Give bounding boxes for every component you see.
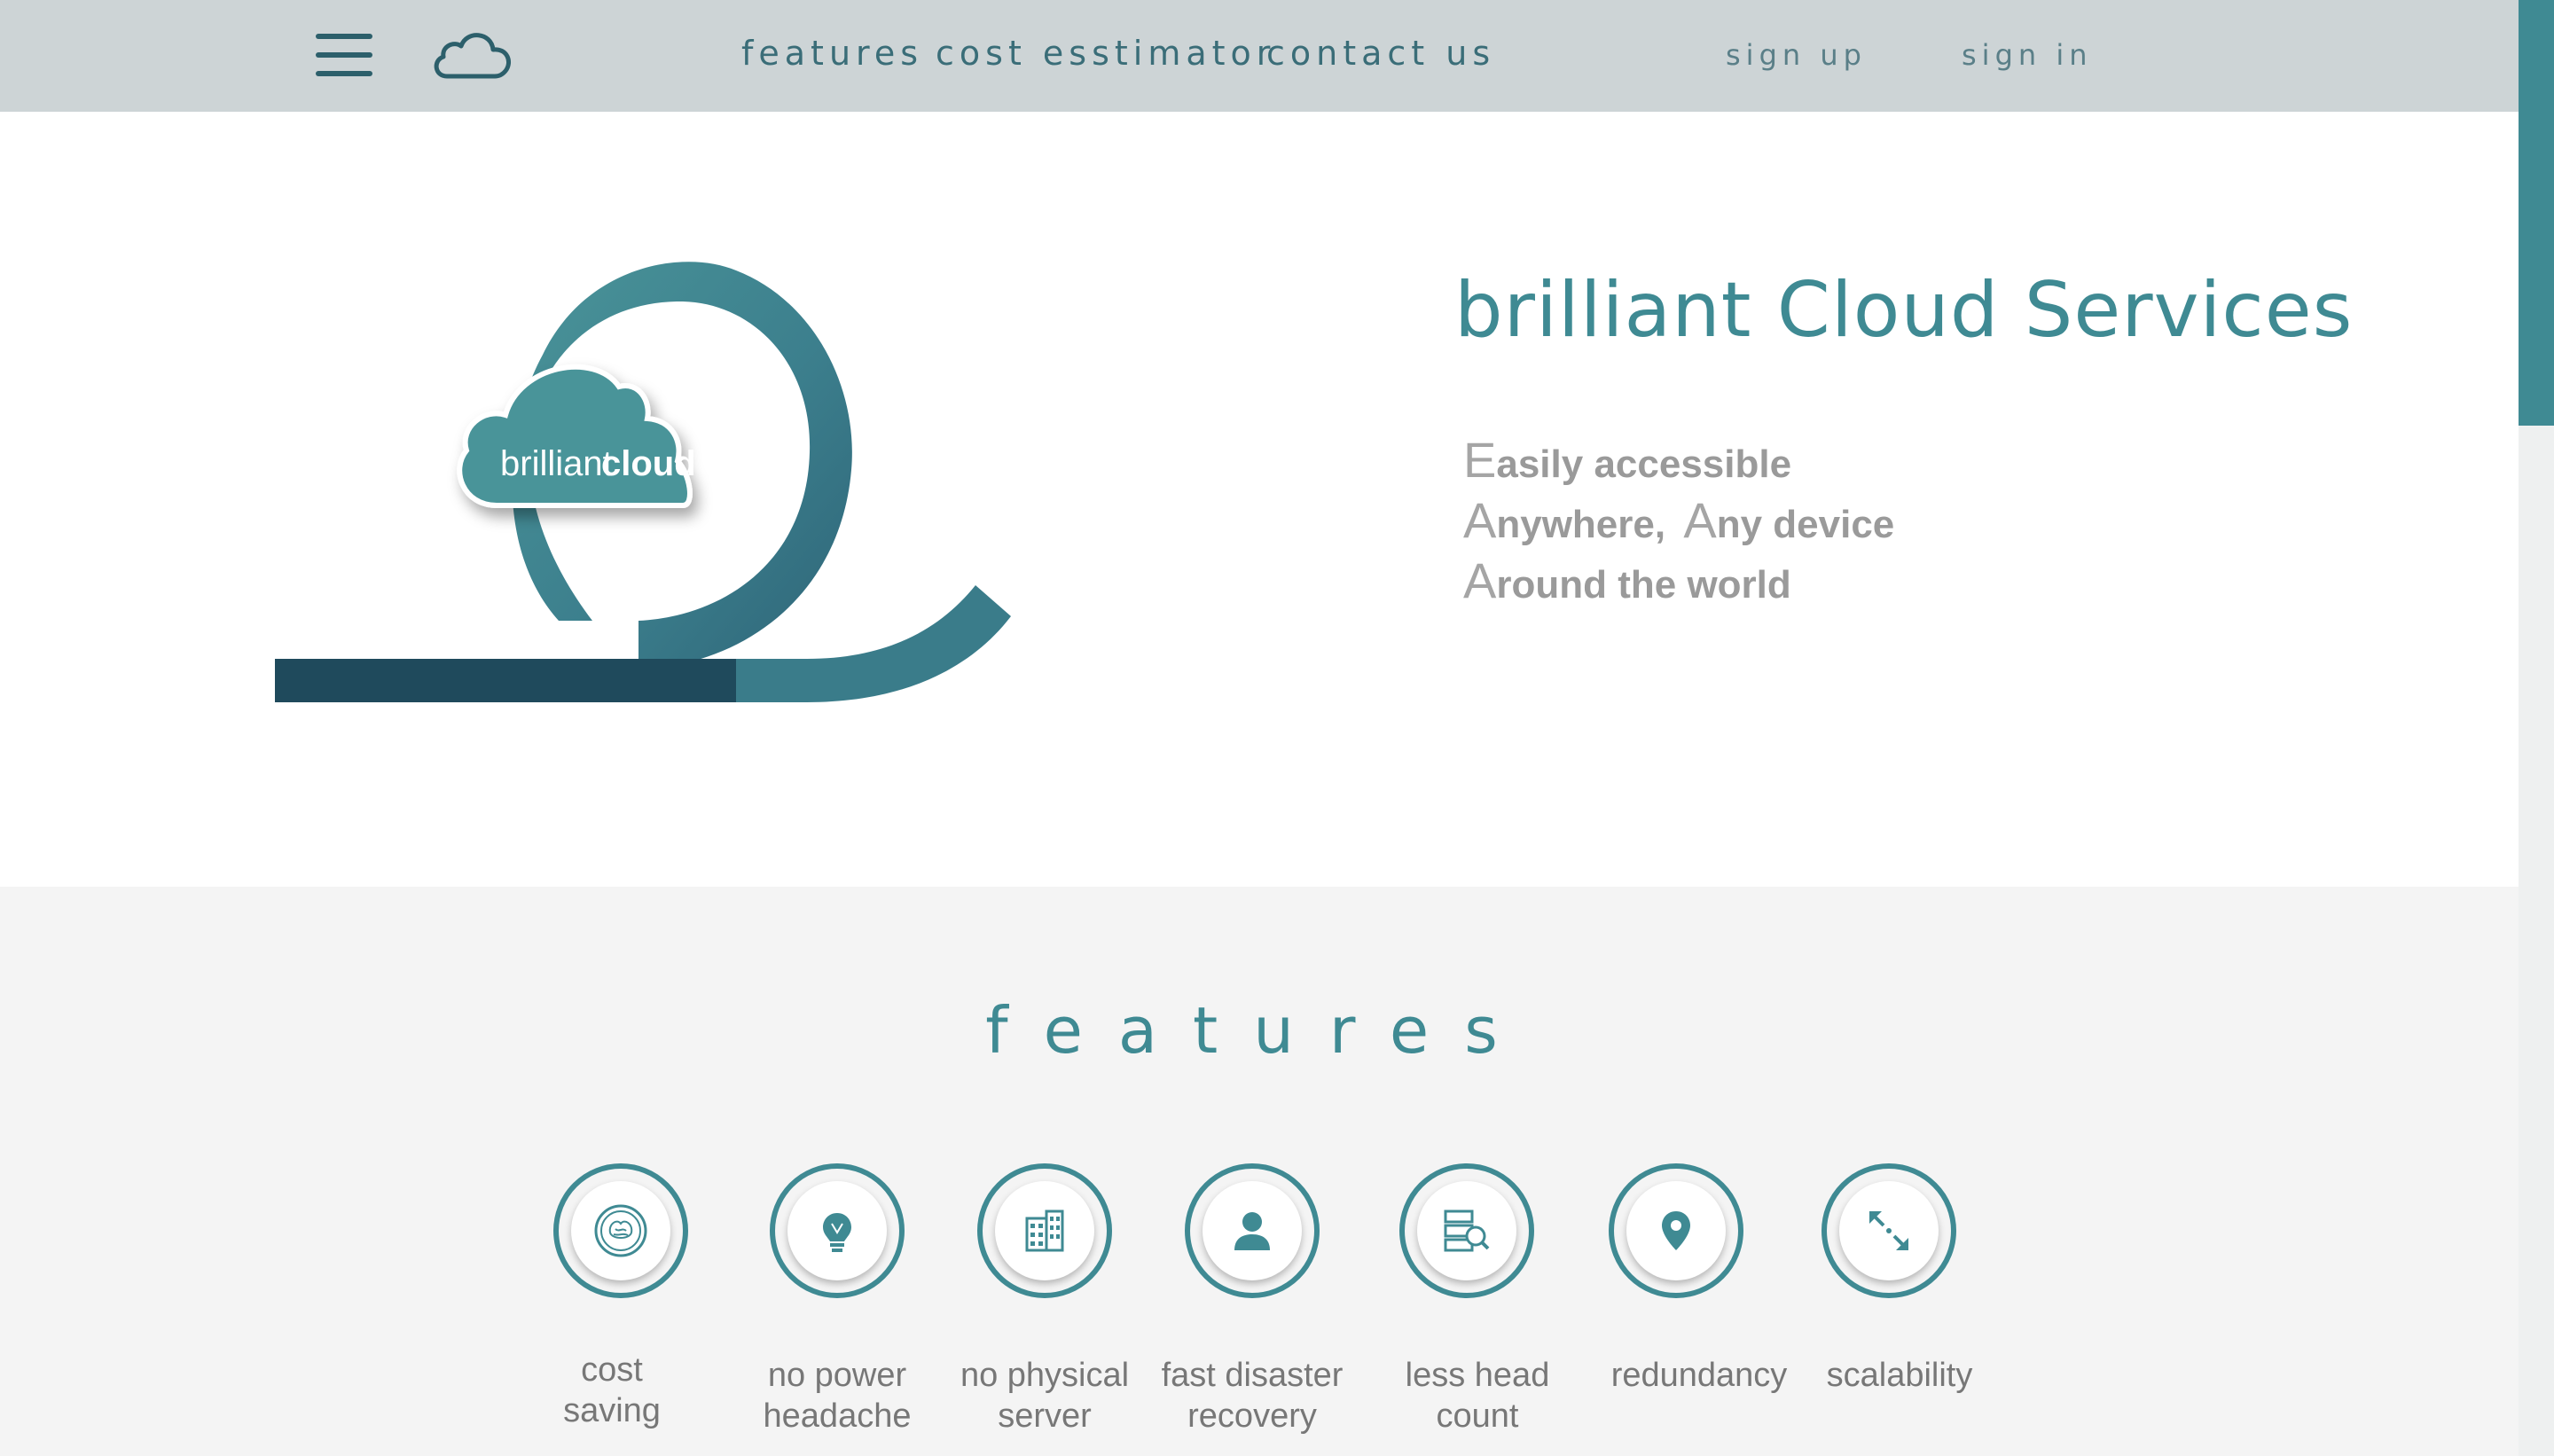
feature-label: cost saving (563, 1351, 661, 1429)
logo-text-light: brilliant (500, 444, 613, 483)
lightbulb-icon (823, 1213, 851, 1252)
location-pin-icon (1662, 1211, 1690, 1250)
feature-label: no power headache (763, 1357, 912, 1435)
brain-coin-icon (594, 1204, 647, 1257)
server-search-icon (1444, 1209, 1490, 1252)
hamburger-menu-icon[interactable] (316, 32, 372, 78)
nav-link-features[interactable]: features (741, 34, 923, 73)
top-navbar: features cost esstimator contact us sign… (0, 0, 2519, 112)
building-icon (1025, 1209, 1064, 1252)
nav-link-cost-estimator[interactable]: cost esstimator (936, 34, 1275, 73)
cloud-logo-icon[interactable] (429, 25, 514, 83)
feature-label: fast disaster recovery (1161, 1357, 1344, 1435)
feature-label: redundancy (1610, 1357, 1788, 1394)
logo-text-bold: cloud (601, 444, 696, 483)
features-heading: features (985, 993, 1533, 1068)
tagline-line-1: Easily accessible (1463, 432, 1792, 488)
tagline-line-2: Anywhere, Any device (1463, 492, 1895, 548)
tagline-line-3: Around the world (1463, 552, 1791, 608)
scrollbar-thumb[interactable] (2519, 0, 2554, 426)
brilliant-cloud-logo (457, 364, 693, 508)
feature-label: no physical server (960, 1357, 1130, 1435)
sign-up-link[interactable]: sign up (1726, 38, 1867, 72)
feature-label: scalability (1826, 1357, 1973, 1394)
nav-link-contact-us[interactable]: contact us (1266, 34, 1495, 73)
expand-arrows-icon (1869, 1211, 1908, 1250)
features-section: features cost saving no power headache n… (0, 887, 2519, 1456)
sign-in-link[interactable]: sign in (1962, 38, 2093, 72)
feature-label: less head count (1405, 1357, 1550, 1435)
hero-title: brilliant Cloud Services (1454, 266, 2354, 355)
person-icon (1234, 1212, 1270, 1250)
hero-graphic: brilliant cloud (275, 262, 1011, 702)
